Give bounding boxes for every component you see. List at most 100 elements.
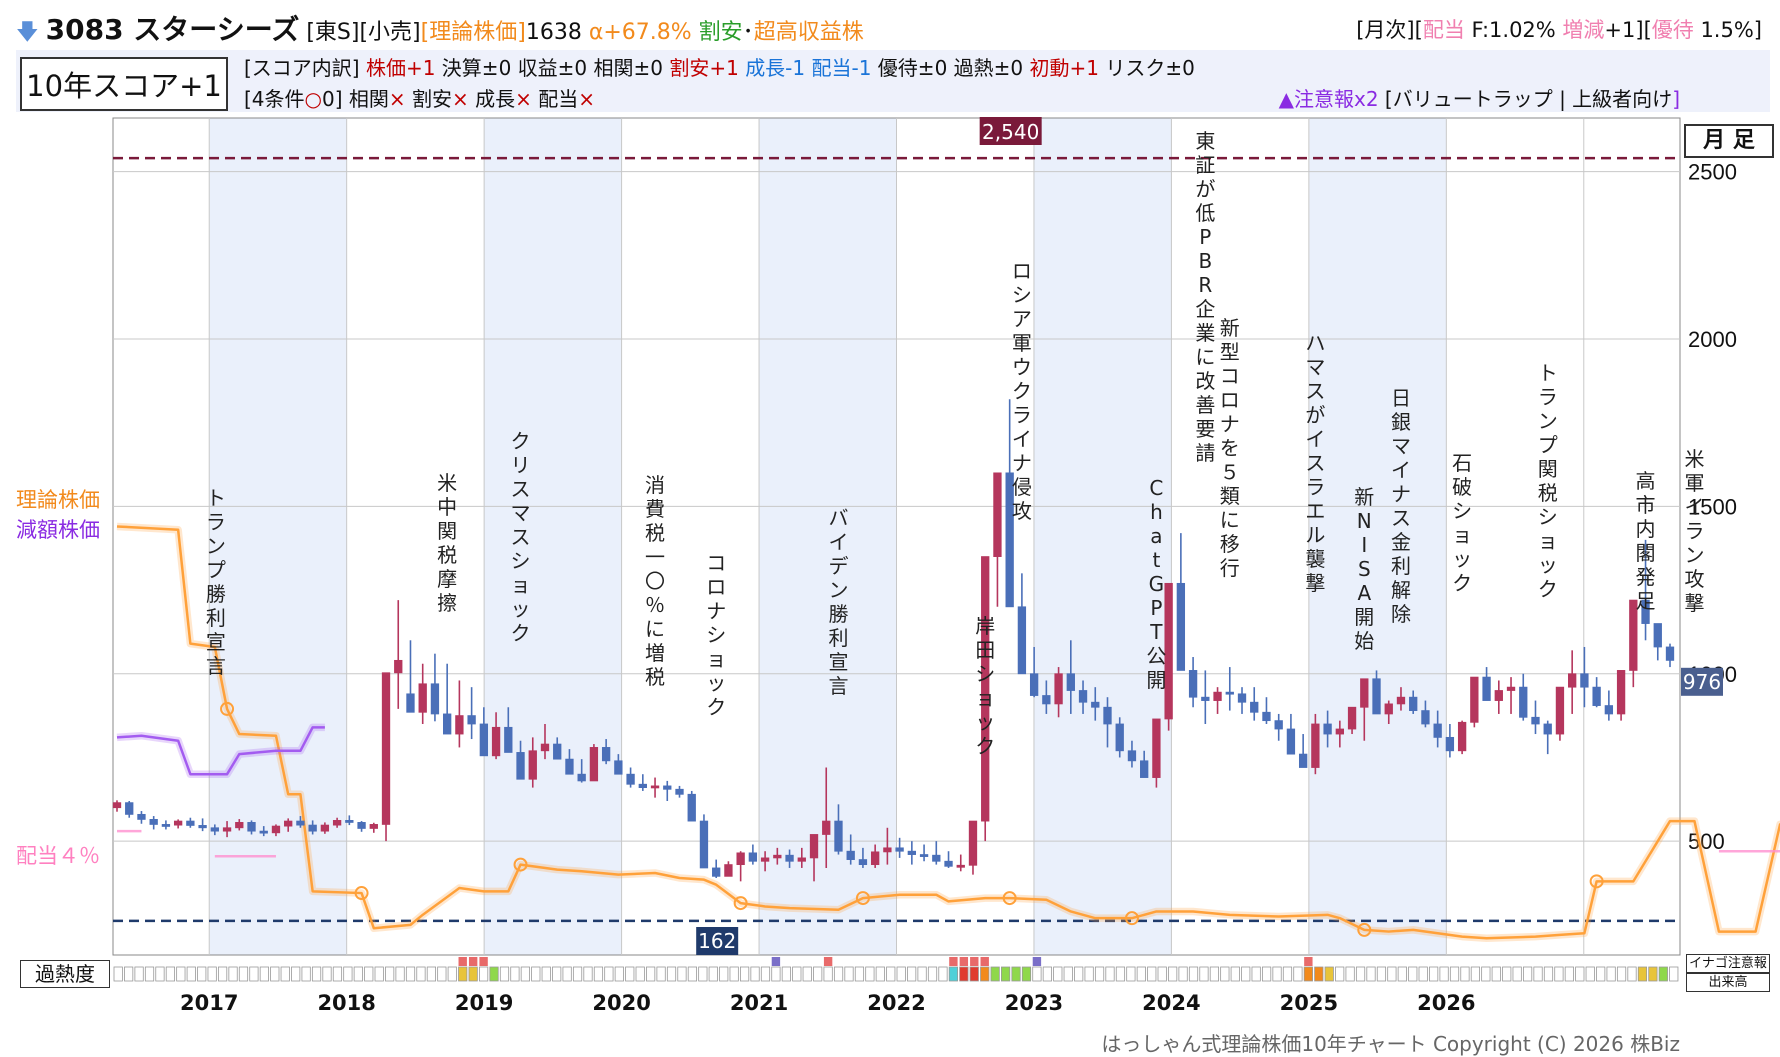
event-annotation-3: 消費税一〇％に増税 — [645, 473, 665, 689]
year-label-2019: 2019 — [455, 991, 513, 1015]
candle-body-65 — [907, 850, 917, 855]
candle-body-67 — [932, 854, 941, 862]
overheat-cell-90 — [1053, 966, 1063, 982]
overheat-cell-120 — [1366, 966, 1376, 982]
overheat-cell-84 — [990, 966, 1000, 982]
overheat-cell-3 — [144, 966, 155, 982]
overheat-cell-103 — [1188, 966, 1199, 982]
overheat-cell-9 — [207, 966, 217, 982]
overheat-cell-11 — [228, 966, 238, 982]
candle-body-5 — [173, 820, 183, 826]
candle-body-69 — [956, 864, 965, 868]
candle-body-61 — [858, 859, 868, 866]
overheat-cell-132 — [1491, 966, 1501, 982]
candle-body-34 — [528, 750, 537, 780]
overheat-cell-13 — [249, 966, 259, 982]
candle-body-16 — [308, 824, 317, 832]
overheat-cell-1 — [124, 966, 134, 982]
candle-body-116 — [1531, 716, 1540, 725]
candle-body-59 — [834, 820, 843, 852]
candle-body-10 — [235, 822, 244, 829]
overheat-cell-75 — [896, 966, 906, 982]
overheat-cell-20 — [322, 966, 332, 982]
candle-body-36 — [553, 743, 562, 760]
candle-body-101 — [1347, 706, 1357, 730]
overheat-cell-2 — [134, 966, 144, 982]
overheat-cell-101 — [1168, 966, 1178, 982]
year-band-2019 — [484, 118, 622, 955]
overheat-cell-66 — [802, 966, 812, 982]
overheat-cell-29 — [416, 966, 426, 982]
candle-body-25 — [418, 683, 427, 713]
overheat-cell-57 — [708, 966, 718, 982]
candle-body-87 — [1176, 582, 1186, 671]
candle-body-56 — [797, 857, 806, 862]
candle-body-99 — [1323, 723, 1332, 735]
overheat-cell-97 — [1126, 966, 1136, 982]
candle-body-121 — [1592, 686, 1601, 706]
candle-body-77 — [1054, 673, 1063, 705]
candle-body-83 — [1127, 750, 1137, 762]
candle-body-35 — [540, 743, 550, 752]
candle-body-23 — [394, 659, 403, 674]
candle-body-38 — [577, 773, 586, 782]
overheat-cell-26 — [385, 966, 395, 982]
candle-body-63 — [883, 847, 892, 853]
overheat-cell-5 — [165, 966, 175, 982]
overheat-cell-82 — [969, 966, 979, 982]
overheat-cell-86 — [1011, 966, 1021, 982]
overheat-cell-72 — [865, 966, 875, 982]
candle-body-90 — [1213, 691, 1222, 701]
event-annotation-10: 新型コロナを５類に移行 — [1220, 316, 1240, 580]
event-annotation-17: 米軍イラン攻撃 — [1684, 447, 1704, 615]
candle-body-92 — [1237, 693, 1247, 703]
year-label-2017: 2017 — [180, 991, 238, 1015]
overheat-cell-94 — [1094, 966, 1105, 982]
candle-body-72 — [993, 472, 1002, 557]
candle-body-18 — [332, 820, 342, 826]
candle-body-74 — [1017, 606, 1027, 675]
overheat-cell-16 — [280, 966, 290, 982]
candle-body-95 — [1274, 720, 1283, 730]
event-annotation-14: 石破ショック — [1452, 451, 1472, 595]
overheat-cell-79 — [938, 966, 948, 982]
candle-body-11 — [247, 822, 256, 832]
candle-body-54 — [773, 854, 782, 859]
candle-body-22 — [381, 672, 391, 825]
candle-body-107 — [1421, 710, 1430, 725]
inago-marker-3 — [823, 957, 833, 966]
candle-body-44 — [650, 785, 660, 789]
overheat-cell-119 — [1355, 966, 1366, 982]
inago-legend: イナゴ注意報 — [1686, 954, 1770, 973]
candle-body-53 — [760, 857, 770, 862]
overheat-cell-106 — [1220, 966, 1230, 982]
candle-body-85 — [1152, 718, 1161, 778]
event-annotation-7: ロシア軍ウクライナ侵攻 — [1012, 259, 1032, 523]
candle-body-6 — [186, 820, 195, 826]
overheat-cell-130 — [1470, 966, 1480, 982]
overheat-cell-127 — [1439, 966, 1449, 982]
overheat-cell-76 — [907, 966, 917, 982]
candle-body-88 — [1188, 670, 1198, 698]
overheat-cell-112 — [1282, 966, 1293, 982]
event-annotation-9: 東証が低 P B R 企業に改善要請 — [1195, 129, 1215, 465]
overheat-cell-62 — [760, 966, 771, 982]
candle-body-19 — [345, 820, 354, 823]
overheat-cell-14 — [259, 966, 269, 982]
candle-body-104 — [1384, 703, 1393, 715]
year-label-2023: 2023 — [1005, 991, 1063, 1015]
current-label: 976 — [1683, 670, 1721, 694]
overheat-cell-110 — [1262, 966, 1272, 982]
candle-body-66 — [919, 854, 929, 857]
overheat-cell-70 — [844, 966, 854, 982]
candle-body-118 — [1555, 686, 1565, 735]
year-label-2022: 2022 — [867, 991, 925, 1015]
candle-body-50 — [724, 864, 733, 877]
candle-body-41 — [614, 760, 623, 775]
max-label: 2,540 — [982, 120, 1039, 144]
overheat-cell-35 — [478, 966, 489, 982]
candle-body-100 — [1335, 728, 1344, 735]
candle-body-45 — [663, 785, 672, 790]
candle-body-55 — [785, 854, 794, 862]
inago-marker-2 — [479, 957, 488, 966]
